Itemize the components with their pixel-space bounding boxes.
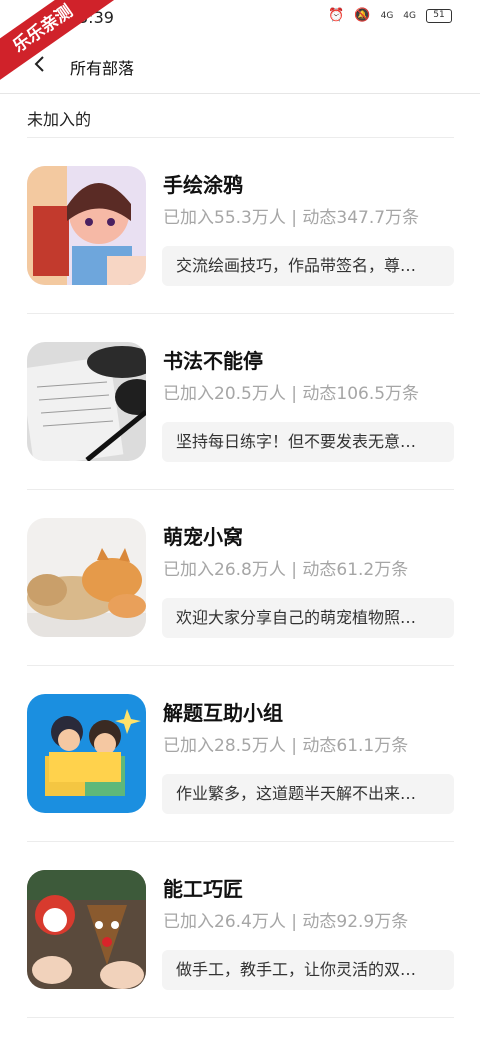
group-name: 萌宠小窝 [163,525,243,549]
battery-icon: 51 [426,8,452,23]
group-item[interactable]: 手绘涂鸦 已加入55.3万人 | 动态347.7万条 交流绘画技巧，作品带签名，… [0,138,480,314]
group-list: 手绘涂鸦 已加入55.3万人 | 动态347.7万条 交流绘画技巧，作品带签名，… [0,138,480,1018]
kids-reading-image [27,694,146,813]
group-stats: 已加入28.5万人 | 动态61.1万条 [163,736,409,756]
calligraphy-brush-image [27,342,146,461]
group-item[interactable]: 解题互助小组 已加入28.5万人 | 动态61.1万条 作业繁多，这道题半天解不… [0,666,480,842]
group-name: 书法不能停 [163,349,263,373]
group-description: 做手工，教手工，让你灵活的双… [162,950,454,990]
group-item[interactable]: 萌宠小窝 已加入26.8万人 | 动态61.2万条 欢迎大家分享自己的萌宠植物照… [0,490,480,666]
signal-1-label: 4G [380,10,394,21]
puppy-kitten-image [27,518,146,637]
status-icons: ⏰ 🔕 4G 4G 51 [328,8,452,23]
alarm-icon: ⏰ [328,8,345,23]
group-stats: 已加入26.4万人 | 动态92.9万条 [163,912,409,932]
item-divider [27,1017,454,1018]
group-name: 能工巧匠 [163,877,243,901]
group-description: 欢迎大家分享自己的萌宠植物照… [162,598,454,638]
group-name: 手绘涂鸦 [163,173,243,197]
group-name: 解题互助小组 [163,701,283,725]
page-title: 所有部落 [70,59,135,78]
handmade-crafts-image [27,870,146,989]
group-description: 作业繁多，这道题半天解不出来… [162,774,454,814]
header: 所有部落 [0,36,480,94]
group-description: 坚持每日练字！但不要发表无意… [162,422,454,462]
group-stats: 已加入55.3万人 | 动态347.7万条 [163,208,420,228]
signal-2-label: 4G [403,10,416,21]
group-item[interactable]: 书法不能停 已加入20.5万人 | 动态106.5万条 坚持每日练字！但不要发表… [0,314,480,490]
group-stats: 已加入26.8万人 | 动态61.2万条 [163,560,409,580]
anime-girl-painting-image [27,166,146,285]
section-title: 未加入的 [27,110,92,129]
mute-icon: 🔕 [354,8,371,23]
group-item[interactable]: 能工巧匠 已加入26.4万人 | 动态92.9万条 做手工，教手工，让你灵活的双… [0,842,480,1018]
group-description: 交流绘画技巧，作品带签名，尊… [162,246,454,286]
group-stats: 已加入20.5万人 | 动态106.5万条 [163,384,420,404]
